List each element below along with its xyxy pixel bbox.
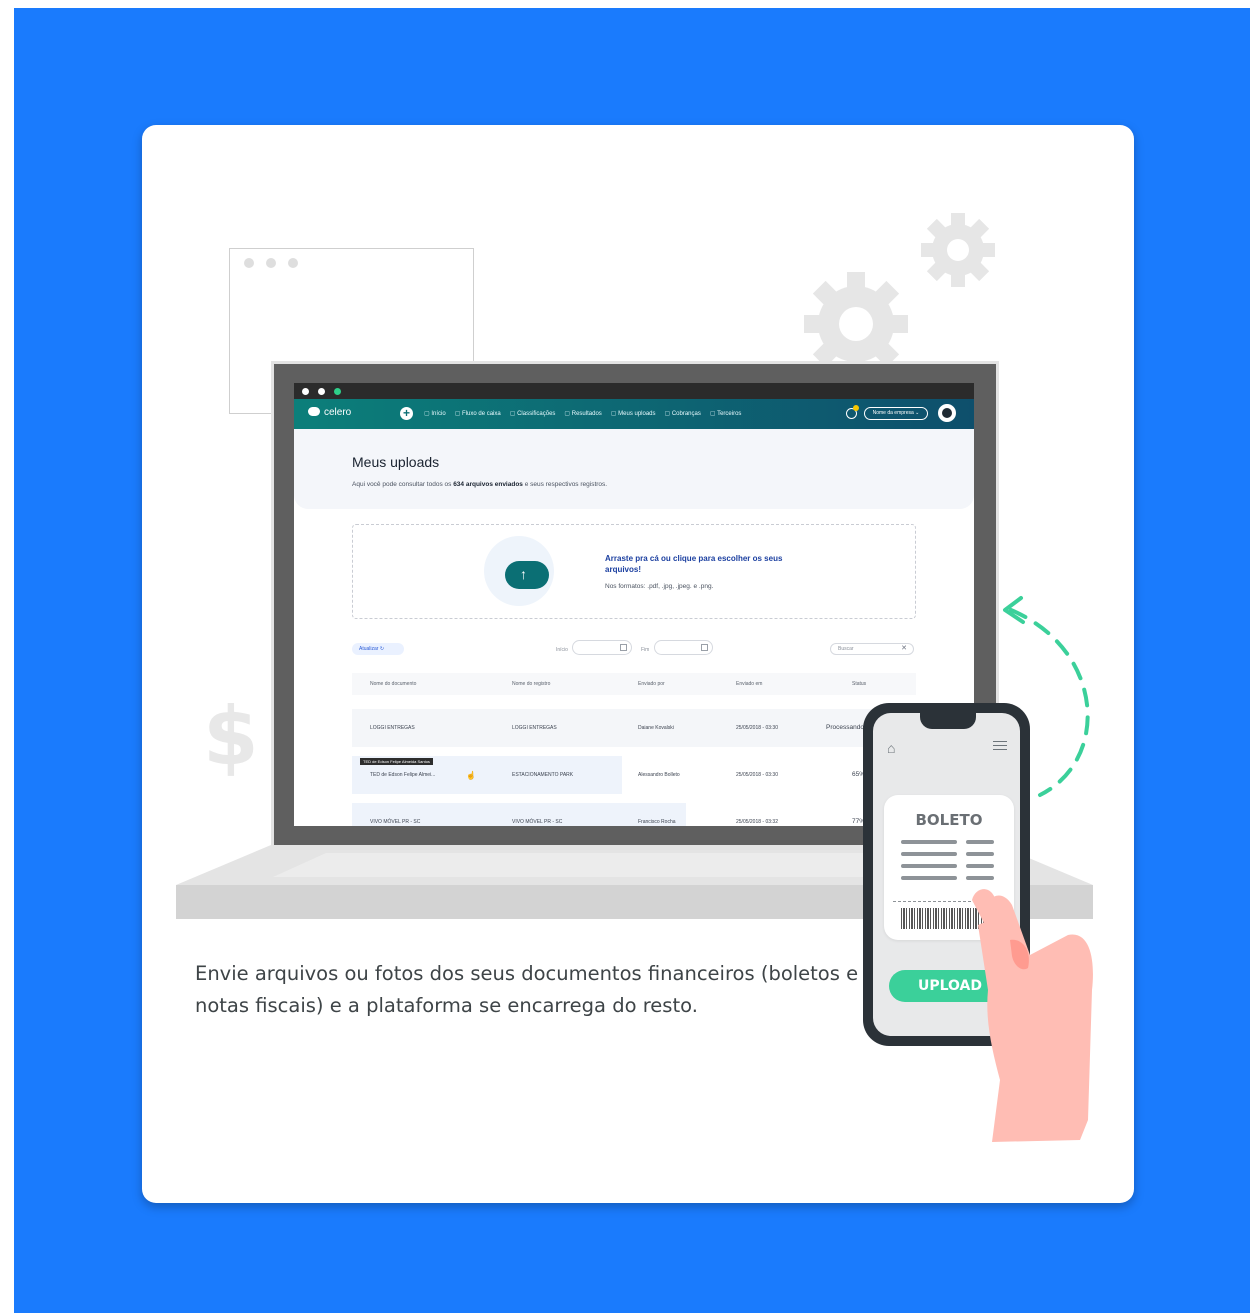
cell-sent-at: 25/05/2018 - 03:30	[736, 725, 778, 731]
cell-sender: Daiane Kovalski	[638, 725, 674, 731]
dollar-icon: $	[203, 690, 259, 783]
table-row[interactable]: VIVO MÓVEL PR - SC VIVO MÓVEL PR - SC Fr…	[352, 803, 916, 826]
boleto-line	[966, 864, 994, 868]
boleto-line	[901, 840, 957, 844]
window-dot	[244, 258, 254, 268]
calendar-icon	[620, 644, 627, 651]
dropzone-formats: Nos formatos: .pdf, .jpg, .jpeg. e .png.	[605, 583, 714, 590]
bell-icon[interactable]	[846, 405, 859, 419]
nav-item-cobrancas[interactable]: Cobranças	[665, 410, 701, 417]
gear-icon	[804, 272, 908, 370]
refresh-label: Atualizar	[359, 646, 379, 652]
table-row[interactable]: TED de Edson Felipe Almei... ☝ ESTACIONA…	[352, 756, 916, 794]
hand-illustration	[972, 889, 1093, 1142]
caption-text: Envie arquivos ou fotos dos seus documen…	[195, 962, 859, 1017]
filter-start-label: Início	[556, 647, 568, 653]
logo-mark	[308, 407, 320, 416]
home-icon[interactable]: ⌂	[887, 740, 895, 756]
gear-icon	[921, 213, 995, 287]
nav-item-terceiros[interactable]: Terceiros	[710, 410, 741, 417]
refresh-button[interactable]: Atualizar ↻	[352, 643, 404, 655]
dropzone-title: Arraste pra cá ou clique para escolher o…	[605, 554, 783, 574]
notification-badge	[853, 405, 859, 411]
window-dot	[266, 258, 276, 268]
column-header[interactable]: Status	[852, 681, 866, 687]
table-header: Nome do documento Nome do registro Envia…	[352, 673, 916, 695]
column-header[interactable]: Enviado em	[736, 681, 762, 687]
menu-icon[interactable]	[993, 741, 1007, 753]
table-row[interactable]: LOGGI ENTREGAS LOGGI ENTREGAS Daiane Kov…	[352, 709, 916, 747]
column-header[interactable]: Enviado por	[638, 681, 665, 687]
top-navigation: celero + Início Fluxo de caixa Classific…	[294, 399, 974, 429]
boleto-line	[901, 876, 957, 880]
subtitle-count: 634 arquivos enviados	[453, 481, 523, 488]
celero-logo[interactable]: celero	[308, 407, 351, 418]
boleto-line	[901, 864, 957, 868]
cell-sent-at: 25/05/2018 - 03:32	[736, 819, 778, 825]
boleto-line	[966, 840, 994, 844]
column-header[interactable]: Nome do documento	[370, 681, 416, 687]
cell-document: TED de Edson Felipe Almei...	[370, 772, 436, 778]
cell-record: LOGGI ENTREGAS	[512, 725, 557, 731]
cell-sent-at: 25/05/2018 - 03:30	[736, 772, 778, 778]
filter-end-label: Fim	[641, 647, 650, 653]
subtitle-prefix: Aqui você pode consultar todos os	[352, 481, 454, 488]
search-placeholder: Buscar	[838, 646, 854, 652]
boleto-line	[901, 852, 957, 856]
boleto-label: BOLETO	[915, 811, 983, 829]
cell-document: LOGGI ENTREGAS	[370, 725, 415, 731]
subtitle-suffix: e seus respectivos registros.	[522, 481, 608, 488]
cell-status: Processando	[826, 724, 864, 731]
search-input[interactable]: Buscar ✕	[830, 643, 914, 655]
start-date-input[interactable]	[572, 640, 632, 655]
nav-item-inicio[interactable]: Início	[424, 410, 445, 417]
nav-menu: Início Fluxo de caixa Classificações Res…	[424, 410, 741, 417]
company-select-value: Nome da empresa	[872, 410, 914, 416]
nav-item-classificacoes[interactable]: Classificações	[510, 410, 555, 417]
company-select[interactable]: Nome da empresa ⌄	[864, 407, 928, 420]
window-minimize-dot[interactable]	[318, 388, 325, 395]
page-subtitle: Aqui você pode consultar todos os 634 ar…	[352, 481, 607, 488]
tooltip: TED de Edson Felipe Almeida Santos	[360, 758, 433, 765]
cell-record: VIVO MÓVEL PR - SC	[512, 819, 563, 825]
window-close-dot[interactable]	[302, 388, 309, 395]
nav-item-fluxo-de-caixa[interactable]: Fluxo de caixa	[455, 410, 501, 417]
refresh-icon: ↻	[379, 646, 385, 652]
column-header[interactable]: Nome do registro	[512, 681, 550, 687]
page-title: Meus uploads	[352, 454, 440, 470]
boleto-line	[966, 852, 994, 856]
add-button[interactable]: +	[400, 407, 413, 420]
browser-titlebar	[294, 383, 974, 399]
cell-sender: Francisco Rocha	[638, 819, 676, 825]
nav-item-meus-uploads[interactable]: Meus uploads	[611, 410, 655, 417]
calendar-icon	[701, 644, 708, 651]
phone-notch	[920, 703, 976, 729]
end-date-input[interactable]	[654, 640, 713, 655]
cloud-upload-icon: ↑	[505, 561, 549, 589]
cursor-icon: ☝	[466, 771, 476, 780]
brand-name: celero	[324, 407, 352, 418]
avatar[interactable]	[938, 404, 956, 422]
cell-record: ESTACIONAMENTO PARK	[512, 772, 574, 778]
window-dot	[288, 258, 298, 268]
cell-document: VIVO MÓVEL PR - SC	[370, 819, 421, 825]
close-icon[interactable]: ✕	[901, 644, 907, 654]
window-maximize-dot[interactable]	[334, 388, 341, 395]
nav-item-resultados[interactable]: Resultados	[564, 410, 602, 417]
cell-sender: Alessandro Bolleto	[638, 772, 680, 778]
